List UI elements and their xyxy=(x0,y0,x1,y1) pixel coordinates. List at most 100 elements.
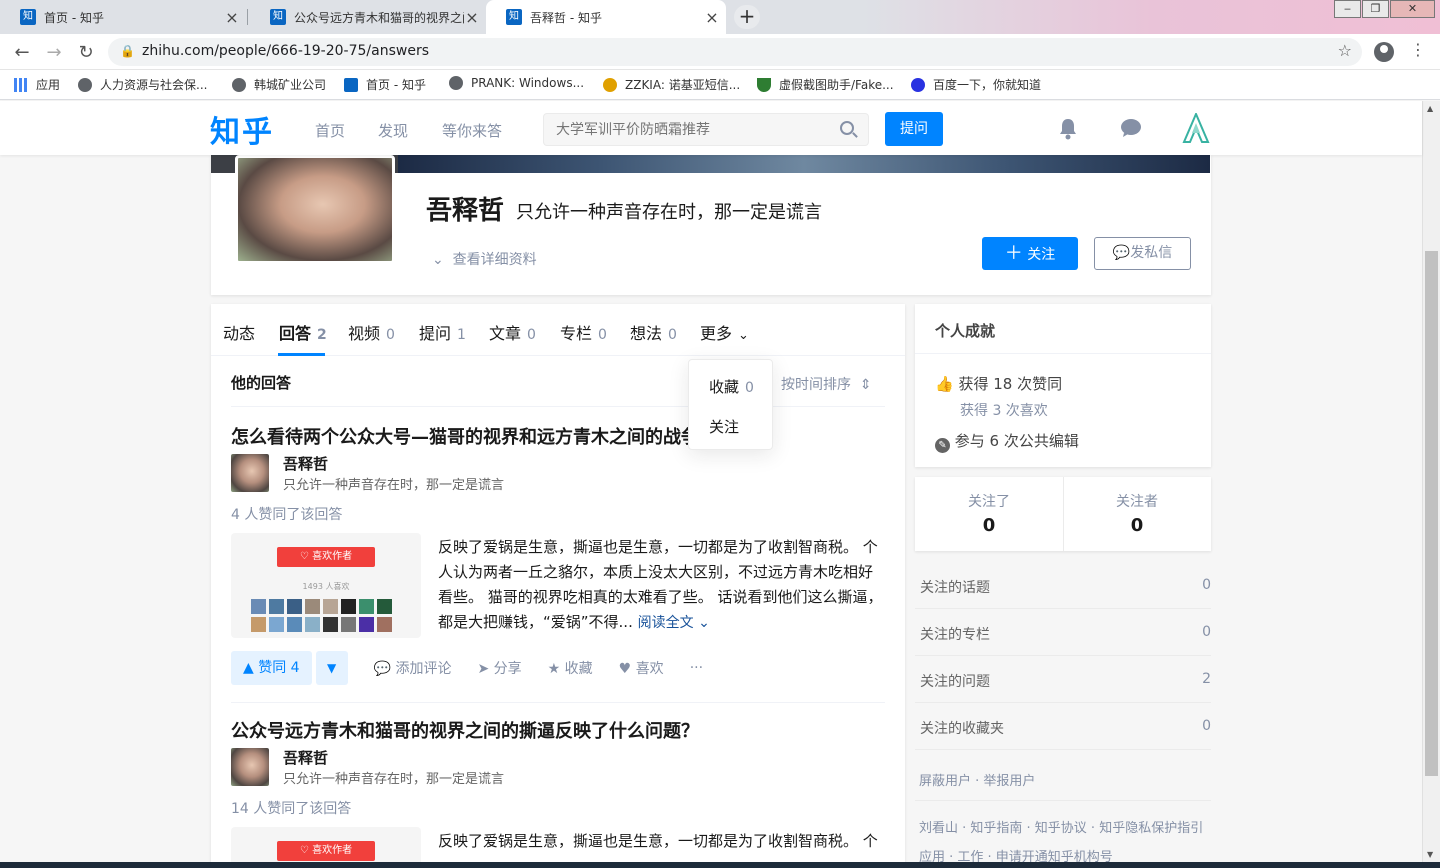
user-avatar-icon[interactable] xyxy=(1182,111,1210,148)
stat-row-columns[interactable]: 关注的专栏 0 xyxy=(915,609,1211,656)
block-report-links[interactable]: 屏蔽用户 · 举报用户 xyxy=(919,770,1035,789)
upvote-button[interactable]: ▲ 赞同 4 xyxy=(231,651,312,685)
like-button[interactable]: ♥ 喜欢 xyxy=(619,658,664,678)
browser-tab-1[interactable]: 知 首页 - 知乎 × xyxy=(0,0,246,34)
author-name[interactable]: 吾释哲 xyxy=(283,747,328,768)
more-dropdown-menu: 收藏 0 关注 xyxy=(688,359,773,450)
tab-answers[interactable]: 回答 2 xyxy=(279,320,327,344)
followers-label: 关注者 xyxy=(1116,494,1158,510)
minimize-button[interactable]: ‒ xyxy=(1334,0,1361,18)
profile-headline: 只允许一种声音存在时，那一定是谎言 xyxy=(516,202,822,223)
bookmark-apps[interactable]: 应用 xyxy=(14,76,60,93)
search-box[interactable] xyxy=(543,113,869,146)
message-label: 发私信 xyxy=(1130,245,1173,261)
view-details-link[interactable]: ⌄ 查看详细资料 xyxy=(432,249,537,269)
url-text[interactable]: zhihu.com/people/666-19-20-75/answers xyxy=(142,43,429,59)
new-tab-button[interactable]: + xyxy=(734,5,760,29)
messages-icon[interactable] xyxy=(1120,118,1142,143)
author-headline: 只允许一种声音存在时，那一定是谎言 xyxy=(283,772,505,787)
zhihu-logo[interactable]: 知乎 xyxy=(210,107,274,151)
author-avatar[interactable] xyxy=(231,454,269,492)
star-icon: ★ xyxy=(547,661,561,677)
page-scrollbar[interactable]: ▲ ▼ xyxy=(1422,101,1440,862)
stat-row-questions[interactable]: 关注的问题 2 xyxy=(915,656,1211,703)
close-window-button[interactable]: ✕ xyxy=(1390,0,1435,18)
chrome-menu-icon[interactable]: ⋮ xyxy=(1410,40,1426,59)
footer-links[interactable]: 刘看山 · 知乎指南 · 知乎协议 · 知乎隐私保护指引 xyxy=(919,817,1203,836)
thumbs-up-icon: 👍 xyxy=(935,375,954,393)
reload-icon[interactable]: ↻ xyxy=(76,42,96,63)
follow-button[interactable]: ＋ 关注 xyxy=(982,237,1078,270)
tab-activities[interactable]: 动态 xyxy=(223,320,255,344)
following-stat[interactable]: 关注了 0 xyxy=(915,477,1063,551)
scrollbar-thumb[interactable] xyxy=(1425,251,1438,776)
close-tab-icon[interactable]: × xyxy=(704,8,720,27)
close-tab-icon[interactable]: × xyxy=(464,8,480,27)
divider xyxy=(915,353,1211,354)
scroll-down-arrow-icon[interactable]: ▼ xyxy=(1427,850,1433,859)
answer-title[interactable]: 怎么看待两个公众大号—猫哥的视界和远方青木之间的战争？ xyxy=(231,423,691,449)
bookmark-item[interactable]: 虚假截图助手/Fake... xyxy=(757,76,894,93)
author-name[interactable]: 吾释哲 xyxy=(283,453,328,474)
tab-videos[interactable]: 视频 0 xyxy=(348,320,395,344)
answer-excerpt[interactable]: 反映了爱锅是生意，撕逼也是生意，一切都是为了收割智商税。 个人认为两者一丘之貉尔… xyxy=(438,535,886,636)
tab-questions[interactable]: 提问 1 xyxy=(419,320,466,344)
profile-avatar[interactable] xyxy=(235,155,395,264)
tab-columns[interactable]: 专栏 0 xyxy=(560,320,607,344)
bookmark-label: 应用 xyxy=(36,78,61,92)
stat-row-collections[interactable]: 关注的收藏夹 0 xyxy=(915,703,1211,750)
search-icon[interactable] xyxy=(840,121,854,135)
close-tab-icon[interactable]: × xyxy=(224,8,240,27)
tab-thoughts[interactable]: 想法 0 xyxy=(630,320,677,344)
answer-title[interactable]: 公众号远方青木和猫哥的视界之间的撕逼反映了什么问题？ xyxy=(231,717,691,743)
search-input[interactable] xyxy=(544,114,824,145)
stat-row-topics[interactable]: 关注的话题 0 xyxy=(915,562,1211,609)
list-heading: 他的回答 xyxy=(231,374,292,392)
zhihu-favicon-icon: 知 xyxy=(20,9,36,25)
bookmark-item[interactable]: 首页 - 知乎 xyxy=(344,76,426,93)
scroll-up-arrow-icon[interactable]: ▲ xyxy=(1427,104,1433,113)
author-avatar[interactable] xyxy=(231,748,269,786)
bookmark-star-icon[interactable]: ☆ xyxy=(1338,41,1352,60)
zhihu-icon xyxy=(344,77,358,92)
menu-item-following[interactable]: 关注 xyxy=(709,416,739,437)
answer-thumbnail[interactable]: ♡ 喜欢作者 1493 人喜欢 xyxy=(231,533,421,638)
bookmark-item[interactable]: ZZKIA: 诺基亚短信... xyxy=(603,76,740,93)
share-button[interactable]: ➤ 分享 xyxy=(477,658,521,678)
downvote-button[interactable]: ▼ xyxy=(315,651,348,685)
bookmark-item[interactable]: 人力资源与社会保... xyxy=(78,76,207,93)
bookmark-item[interactable]: 韩城矿业公司 xyxy=(232,76,326,93)
nav-home[interactable]: 首页 xyxy=(315,120,345,141)
back-arrow-icon[interactable]: ← xyxy=(12,42,32,63)
bookmark-item[interactable]: PRANK: Windows... xyxy=(449,76,584,90)
author-headline: 只允许一种声音存在时，那一定是谎言 xyxy=(283,478,505,493)
browser-tab-2[interactable]: 知 公众号远方青木和猫哥的视界之间 × xyxy=(250,0,486,34)
comment-button[interactable]: 💬 添加评论 xyxy=(374,658,452,678)
omnibox[interactable]: 🔒 zhihu.com/people/666-19-20-75/answers … xyxy=(108,38,1362,66)
maximize-button[interactable]: ❐ xyxy=(1362,0,1389,18)
answer-thumbnail[interactable]: ♡ 喜欢作者 xyxy=(231,827,421,867)
tab-articles[interactable]: 文章 0 xyxy=(489,320,536,344)
read-more-link[interactable]: 阅读全文 ⌄ xyxy=(638,615,710,631)
edit-pencil-icon: ✎ xyxy=(935,438,950,453)
nav-explore[interactable]: 发现 xyxy=(378,120,408,141)
answer-excerpt[interactable]: 反映了爱锅是生意，撕逼也是生意，一切都是为了收割智商税。 个 xyxy=(438,829,886,854)
sort-toggle[interactable]: 按时间排序 ⇕ xyxy=(781,374,872,394)
globe-icon xyxy=(78,77,92,92)
following-label: 关注了 xyxy=(968,494,1010,510)
account-avatar-icon[interactable] xyxy=(1374,42,1394,62)
collect-button[interactable]: ★ 收藏 xyxy=(548,658,593,678)
menu-item-collections[interactable]: 收藏 0 xyxy=(709,376,754,397)
tab-more[interactable]: 更多 ⌄ xyxy=(700,320,749,344)
send-message-button[interactable]: 💬发私信 xyxy=(1094,237,1191,270)
nav-waiting[interactable]: 等你来答 xyxy=(442,120,502,141)
more-actions-button[interactable]: ··· xyxy=(690,660,703,676)
followers-stat[interactable]: 关注者 0 xyxy=(1063,477,1211,551)
forward-arrow-icon[interactable]: → xyxy=(44,42,64,63)
browser-tab-3-active[interactable]: 知 吾释哲 - 知乎 × xyxy=(486,0,726,34)
bell-icon[interactable] xyxy=(1058,118,1078,145)
bookmark-label: 百度一下，你就知道 xyxy=(933,78,1042,92)
ask-question-button[interactable]: 提问 xyxy=(885,112,943,146)
bookmark-item[interactable]: 百度一下，你就知道 xyxy=(911,76,1041,93)
chat-bubble-icon: 💬 xyxy=(1112,245,1131,261)
